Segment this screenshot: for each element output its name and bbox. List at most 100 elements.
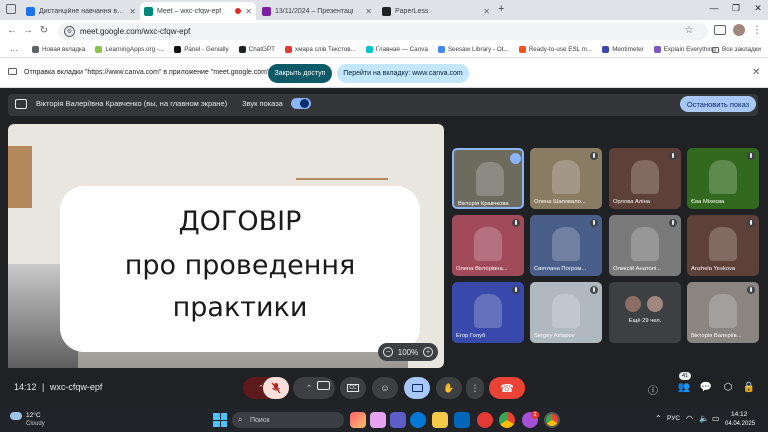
participant-tile[interactable]: Вікторія Валеріїв... bbox=[687, 282, 759, 343]
wifi-icon[interactable]: ◠ bbox=[686, 414, 693, 423]
participant-name: Олексій Анатолі... bbox=[613, 266, 662, 272]
clock-time[interactable]: 14:12 bbox=[731, 411, 747, 418]
tab-close-icon[interactable]: ✕ bbox=[129, 7, 136, 16]
bookmark-item[interactable]: Explain Everything bbox=[653, 46, 716, 53]
tab-presentation[interactable]: 13/11/2024 – Презентаці ✕ bbox=[258, 2, 376, 20]
bookmark-item[interactable]: LearningApps.org -... bbox=[95, 46, 164, 53]
tab-close-icon[interactable]: ✕ bbox=[365, 7, 372, 16]
tab-search-icon[interactable] bbox=[6, 4, 16, 14]
cloud-icon bbox=[10, 412, 22, 420]
captions-button[interactable]: CC bbox=[340, 377, 366, 399]
more-menu-icon[interactable]: ⋮ bbox=[751, 25, 763, 36]
weather-temp[interactable]: 12°C bbox=[26, 412, 41, 419]
participant-tile[interactable]: Светлана Погром... bbox=[530, 215, 602, 276]
forward-icon[interactable]: → bbox=[22, 25, 34, 36]
camera-icon[interactable] bbox=[317, 381, 330, 390]
tab-distance-learning[interactable]: Дистанційне навчання в ВСП ✕ bbox=[22, 2, 140, 20]
input-language[interactable]: РУС bbox=[667, 415, 680, 422]
bookmark-item[interactable]: Новая вкладка bbox=[32, 46, 85, 53]
participant-tile[interactable]: Sergey Astapov bbox=[530, 282, 602, 343]
tab-close-icon[interactable]: ✕ bbox=[245, 7, 252, 16]
back-icon[interactable]: ← bbox=[6, 25, 18, 36]
participant-tile[interactable]: Олексій Анатолі... bbox=[609, 215, 681, 276]
opera-icon[interactable] bbox=[477, 412, 493, 428]
apps-icon[interactable]: ⋯ bbox=[10, 46, 18, 55]
zoom-in-icon[interactable]: + bbox=[423, 347, 433, 357]
captions-icon: CC bbox=[347, 384, 359, 392]
bookmark-item[interactable]: Mentimeter bbox=[602, 46, 644, 53]
mic-off-icon bbox=[590, 286, 598, 294]
mic-toggle-button[interactable] bbox=[263, 377, 289, 399]
tab-label: Meet – wxc-cfqw-epf bbox=[157, 7, 222, 15]
copilot-icon[interactable] bbox=[350, 412, 366, 428]
close-infobar-icon[interactable]: ✕ bbox=[752, 67, 760, 78]
participant-tile[interactable]: Егор Голуб bbox=[452, 282, 524, 343]
tab-meet[interactable]: Meet – wxc-cfqw-epf ✕ bbox=[140, 2, 256, 20]
start-button[interactable] bbox=[213, 413, 227, 427]
leave-call-button[interactable]: ☎ bbox=[489, 377, 525, 399]
camera-options-chevron-icon[interactable]: ⌃ bbox=[306, 384, 312, 392]
clock-date[interactable]: 04.04.2025 bbox=[725, 421, 755, 427]
file-explorer-icon[interactable] bbox=[432, 412, 448, 428]
participant-tile[interactable]: Олена Шаповало... bbox=[530, 148, 602, 209]
recording-icon bbox=[235, 8, 242, 14]
stop-presenting-button[interactable]: Остановить показ bbox=[680, 96, 756, 112]
participant-video bbox=[474, 227, 502, 261]
participant-tile[interactable]: Орлова Аліна bbox=[609, 148, 681, 209]
close-window-icon[interactable]: ✕ bbox=[750, 3, 766, 14]
chrome-active-icon[interactable] bbox=[544, 412, 560, 428]
present-button[interactable] bbox=[404, 377, 430, 399]
bookmark-item[interactable]: Ready-to-use ESL m... bbox=[518, 46, 592, 53]
presenter-text: Вікторія Валеріївна Кравченко (вы, на гл… bbox=[36, 99, 228, 108]
profile-avatar[interactable] bbox=[733, 24, 745, 36]
meeting-details-icon[interactable]: ⓘ bbox=[646, 382, 660, 397]
battery-icon[interactable]: ▭ bbox=[712, 414, 720, 423]
emoji-button[interactable]: ☺ bbox=[372, 377, 398, 399]
minimize-icon[interactable]: — bbox=[706, 3, 722, 13]
zoom-out-icon[interactable]: − bbox=[383, 347, 393, 357]
bookmark-item[interactable]: Seesaw Library - Ot... bbox=[437, 46, 509, 53]
side-panel-icon[interactable] bbox=[714, 25, 726, 35]
more-options-button[interactable]: ⋮ bbox=[466, 377, 484, 399]
participant-video bbox=[631, 160, 659, 194]
address-bar[interactable]: meet.google.com/wxc-cfqw-epf bbox=[58, 23, 708, 40]
activities-icon[interactable]: ⬡ bbox=[721, 382, 735, 393]
volume-icon[interactable]: 🔈 bbox=[699, 414, 709, 423]
taskbar-search[interactable]: Поиск bbox=[232, 412, 344, 428]
stop-sharing-button[interactable]: Закрыть доступ bbox=[268, 64, 332, 83]
people-icon[interactable]: 👥 bbox=[677, 382, 691, 393]
participant-tile[interactable]: Ещё 29 чел. bbox=[609, 282, 681, 343]
teams-icon[interactable] bbox=[390, 412, 406, 428]
bookmark-item[interactable]: Главная — Canva bbox=[365, 46, 428, 53]
chat-icon[interactable]: 💬 bbox=[699, 382, 713, 393]
participant-tile[interactable]: Єва Міхеєва bbox=[687, 148, 759, 209]
participant-tile[interactable]: Anzhela Yeskova bbox=[687, 215, 759, 276]
new-tab-button[interactable]: + bbox=[498, 3, 504, 15]
bookmark-item[interactable]: Panel - Genially bbox=[174, 46, 229, 53]
tab-close-icon[interactable]: ✕ bbox=[483, 7, 490, 16]
edge-icon[interactable] bbox=[410, 412, 426, 428]
participant-tile[interactable]: Вікторія Кравчкова bbox=[452, 148, 524, 209]
bookmark-star-icon[interactable]: ☆ bbox=[683, 25, 695, 36]
all-bookmarks-button[interactable]: Все закладки bbox=[712, 46, 761, 53]
bookmark-item[interactable]: хмара слів Текстов... bbox=[284, 46, 356, 53]
slide-title-line: ДОГОВІР bbox=[178, 206, 302, 237]
store-icon[interactable] bbox=[454, 412, 470, 428]
bookmark-item[interactable]: ChatGPT bbox=[238, 46, 275, 53]
url-text: meet.google.com/wxc-cfqw-epf bbox=[80, 27, 191, 36]
copilot-app-icon[interactable] bbox=[370, 412, 386, 428]
maximize-icon[interactable]: ❐ bbox=[728, 3, 744, 14]
go-to-tab-button[interactable]: Перейти на вкладку: www.canva.com bbox=[337, 64, 469, 83]
site-info-icon[interactable]: ⚙ bbox=[64, 26, 75, 37]
tab-favicon-icon bbox=[382, 6, 391, 16]
reload-icon[interactable]: ↻ bbox=[38, 25, 50, 36]
tab-paperless[interactable]: PaperLess ✕ bbox=[378, 2, 494, 20]
host-controls-icon[interactable]: 🔒 bbox=[742, 382, 756, 393]
meeting-code: wxc-cfqw-epf bbox=[49, 382, 103, 392]
tray-chevron-icon[interactable]: ⌃ bbox=[655, 414, 662, 423]
participant-tile[interactable]: Олена Вікторівна... bbox=[452, 215, 524, 276]
chrome-icon[interactable] bbox=[499, 412, 515, 428]
present-icon bbox=[411, 384, 423, 392]
weather-desc[interactable]: Cloudy bbox=[26, 421, 45, 427]
raise-hand-button[interactable]: ✋ bbox=[436, 377, 462, 399]
